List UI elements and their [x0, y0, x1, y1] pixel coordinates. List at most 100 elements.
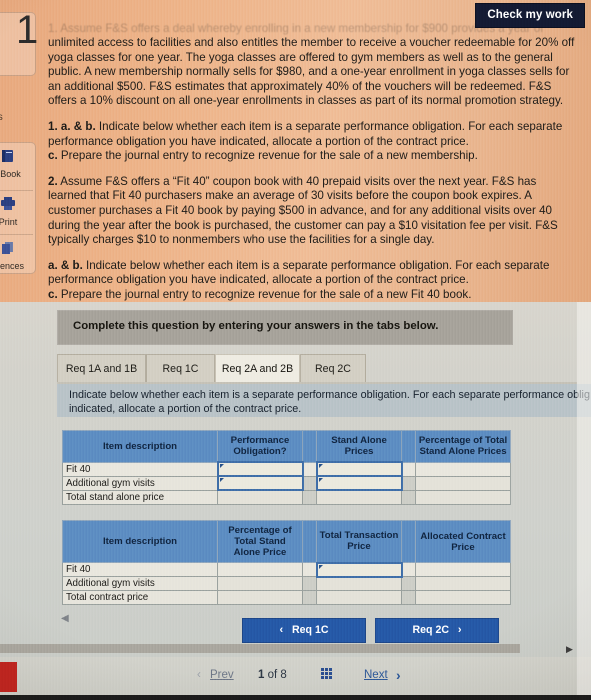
requirement-tabs: Req 1A and 1B Req 1C Req 2A and 2B Req 2… [57, 354, 577, 383]
cell-spacer [401, 562, 416, 577]
print-label: Print [0, 217, 18, 227]
cell-pct-fit40[interactable] [415, 461, 511, 477]
tab-instructions-text: Indicate below whether each item is a se… [69, 389, 590, 415]
problem-2-label: 2. [48, 174, 58, 188]
cell-spacer [302, 475, 317, 491]
input-sap-fit40[interactable] [315, 461, 403, 477]
cell2-acp-total[interactable] [415, 590, 511, 605]
allocated-contract-price-table: Item description Percentage of Total Sta… [62, 520, 511, 605]
row2-label-additional-gym-visits: Additional gym visits [62, 576, 218, 591]
input-po-gym-visits[interactable] [216, 475, 304, 491]
table-row: Total contract price [62, 590, 511, 605]
col-allocated-contract-price: Allocated Contract Price [415, 520, 511, 563]
cell-spacer [302, 590, 317, 605]
cell-spacer [401, 576, 416, 591]
cell2-pct-gym-visits[interactable] [217, 576, 303, 591]
cell2-acp-gym-visits[interactable] [415, 576, 511, 591]
table-row: Additional gym visits [62, 475, 511, 491]
scroll-left-icon[interactable]: ◀ [61, 613, 69, 624]
col-item-description: Item description [62, 430, 218, 463]
cell-spacer [401, 461, 416, 477]
req-next-label: Req 2C [412, 624, 449, 636]
references-label: erences [0, 261, 25, 271]
next-page-link[interactable]: Next [364, 669, 388, 681]
points-label: ts [0, 112, 3, 123]
references-icon [0, 240, 32, 260]
requirement-1c: c. Prepare the journal entry to recogniz… [48, 149, 576, 164]
page-total: 8 [280, 669, 287, 681]
col-pct-total-stand-alone-price: Percentage of Total Stand Alone Price [217, 520, 303, 563]
cell2-ttp-total[interactable] [316, 590, 402, 605]
cell-sap-total[interactable] [316, 489, 402, 505]
tab-req-1a-1b[interactable]: Req 1A and 1B [57, 354, 146, 382]
cell-spacer [401, 489, 416, 505]
req-2ab-label: a. & b. [48, 258, 83, 272]
req-1ab-label: 1. a. & b. [48, 119, 96, 133]
mouse-cursor: ▶ [566, 644, 573, 654]
tab-req-2c[interactable]: Req 2C [300, 354, 366, 382]
ebook-button[interactable]: eBook [0, 148, 32, 179]
question-number: 1 [16, 8, 39, 52]
answer-panel: Complete this question by entering your … [0, 302, 591, 700]
col-item-description-2: Item description [62, 520, 218, 563]
book-icon [0, 148, 32, 168]
stand-alone-price-table: Item description Performance Obligation?… [62, 430, 511, 505]
requirement-2ab: a. & b. Indicate below whether each item… [48, 259, 576, 288]
input-sap-gym-visits[interactable] [315, 475, 403, 491]
check-my-work-button[interactable]: Check my work [475, 3, 585, 28]
cell-pct-gym-visits[interactable] [415, 475, 511, 491]
table-header-row: Item description Percentage of Total Sta… [62, 520, 511, 563]
req-next-button[interactable]: Req 2C › [375, 618, 499, 643]
page-indicator: 1 of 8 [258, 669, 287, 681]
next-chevron-icon[interactable]: › [396, 667, 401, 683]
cell2-pct-fit40[interactable] [217, 562, 303, 577]
references-button[interactable]: erences [0, 240, 32, 271]
red-marker-tab[interactable] [0, 662, 17, 692]
right-edge-highlight [577, 302, 591, 695]
col-spacer-2 [401, 430, 416, 463]
row-label-additional-gym-visits: Additional gym visits [62, 475, 218, 491]
cell-pct-total[interactable] [415, 489, 511, 505]
table-row: Fit 40 [62, 461, 511, 477]
req-1c-text: Prepare the journal entry to recognize r… [57, 149, 478, 163]
req-prev-button[interactable]: ‹ Req 1C [242, 618, 366, 643]
input-ttp-fit40[interactable] [315, 561, 403, 578]
prev-chevron-icon: ‹ [197, 669, 201, 681]
prev-page-link[interactable]: Prev [210, 669, 234, 681]
print-button[interactable]: Print [0, 196, 32, 227]
grid-icon-glyph [321, 668, 335, 682]
tab-instructions: Indicate below whether each item is a se… [57, 384, 591, 417]
table-row: Additional gym visits [62, 576, 511, 591]
tab-req-2a-2b[interactable]: Req 2A and 2B [215, 354, 300, 382]
row2-label-total-contract-price: Total contract price [62, 590, 218, 605]
tab-req-1c[interactable]: Req 1C [146, 354, 215, 382]
problem-paragraph-2: 2. Assume F&S offers a “Fit 40” coupon b… [48, 175, 576, 248]
col-stand-alone-prices: Stand Alone Prices [316, 430, 402, 463]
table-row: Fit 40 [62, 561, 511, 578]
row-label-fit40: Fit 40 [62, 461, 218, 477]
cell2-acp-fit40[interactable] [415, 562, 511, 577]
bottom-navigation-bar: ‹ Prev 1 of 8 Next › [0, 657, 591, 700]
table-row: Total stand alone price [62, 489, 511, 505]
chevron-left-icon: ‹ [279, 624, 284, 636]
cell-spacer [302, 576, 317, 591]
page-of-label: of [267, 669, 278, 681]
table-header-row: Item description Performance Obligation?… [62, 430, 511, 463]
grid-icon[interactable] [321, 668, 335, 685]
row2-label-fit40: Fit 40 [62, 562, 218, 577]
problem-statement: 1. Assume F&S offers a deal whereby enro… [48, 22, 576, 303]
input-po-fit40[interactable] [216, 461, 304, 477]
problem-2-text: Assume F&S offers a “Fit 40” coupon book… [48, 174, 558, 247]
cell-po-total[interactable] [217, 489, 303, 505]
col-total-transaction-price: Total Transaction Price [316, 520, 402, 563]
col-pct-total-stand-alone: Percentage of Total Stand Alone Prices [415, 430, 511, 463]
req-2c-text: Prepare the journal entry to recognize r… [57, 287, 472, 301]
cell-spacer [302, 461, 317, 477]
cell-spacer [401, 475, 416, 491]
cell2-ttp-gym-visits[interactable] [316, 576, 402, 591]
cell-spacer [302, 562, 317, 577]
printer-icon [0, 196, 32, 216]
cell2-pct-total[interactable] [217, 590, 303, 605]
